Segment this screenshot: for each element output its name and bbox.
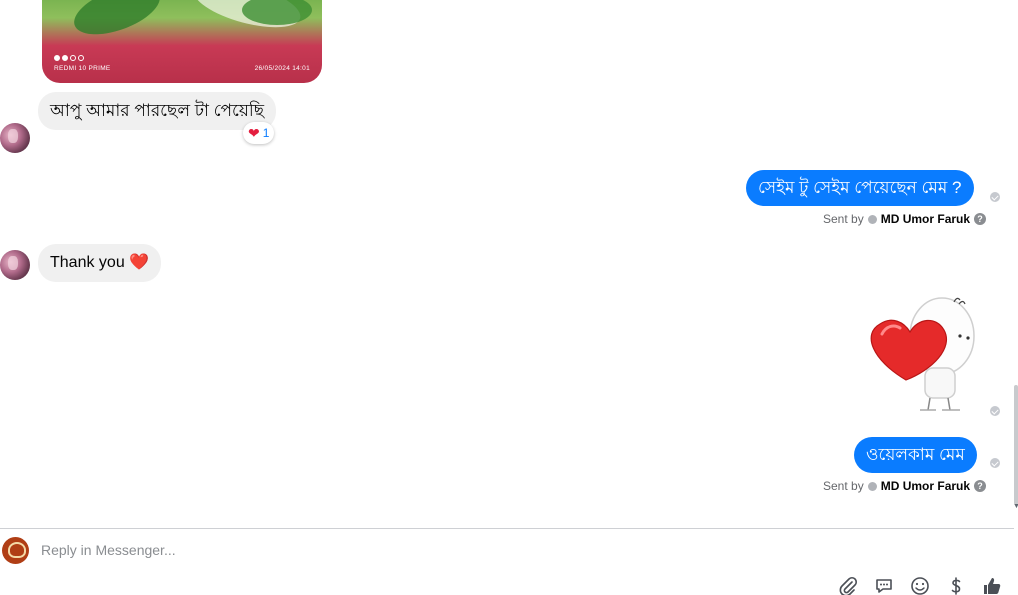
outgoing-message[interactable]: ওয়েলকাম মেম bbox=[854, 437, 977, 473]
sent-by-label: Sent by MD Umor Faruk ? bbox=[823, 479, 987, 493]
emoji-icon[interactable] bbox=[908, 574, 932, 595]
camera-watermark: REDMI 10 PRIME bbox=[54, 65, 111, 72]
reaction-count: 1 bbox=[262, 126, 270, 140]
sender-name[interactable]: MD Umor Faruk bbox=[881, 479, 970, 493]
admin-icon bbox=[867, 481, 877, 491]
reply-input[interactable]: Reply in Messenger... bbox=[41, 542, 176, 558]
heart-hug-sticker[interactable] bbox=[862, 294, 980, 416]
help-icon[interactable]: ? bbox=[974, 480, 987, 492]
admin-icon bbox=[867, 214, 877, 224]
heart-reaction-icon: ❤ bbox=[248, 125, 260, 141]
sent-by-label: Sent by MD Umor Faruk ? bbox=[823, 212, 987, 226]
photo-attachment[interactable]: REDMI 10 PRIME 26/05/2024 14:01 bbox=[42, 0, 322, 83]
saved-replies-icon[interactable] bbox=[872, 574, 896, 595]
watermark-dots bbox=[54, 55, 84, 61]
sent-by-prefix: Sent by bbox=[823, 479, 864, 493]
help-icon[interactable]: ? bbox=[974, 213, 987, 225]
seen-check-icon bbox=[990, 192, 1000, 202]
photo-timestamp: 26/05/2024 14:01 bbox=[254, 65, 310, 72]
dollar-icon[interactable] bbox=[944, 574, 968, 595]
scroll-down-arrow-icon[interactable]: ▼ bbox=[1013, 503, 1018, 510]
like-icon[interactable] bbox=[980, 574, 1004, 595]
message-reaction[interactable]: ❤ 1 bbox=[243, 122, 275, 144]
outgoing-message[interactable]: সেইম টু সেইম পেয়েছেন মেম ? bbox=[746, 170, 974, 206]
sent-by-prefix: Sent by bbox=[823, 212, 864, 226]
attachment-icon[interactable] bbox=[836, 574, 860, 595]
seen-check-icon bbox=[990, 458, 1000, 468]
scrollbar[interactable] bbox=[1014, 385, 1018, 505]
customer-avatar[interactable] bbox=[0, 123, 30, 153]
customer-avatar[interactable] bbox=[0, 250, 30, 280]
incoming-message[interactable]: আপু আমার পারছেল টা পেয়েছি bbox=[38, 92, 277, 130]
composer-divider bbox=[0, 528, 1014, 529]
page-avatar bbox=[2, 537, 29, 564]
incoming-message[interactable]: Thank you ❤️ bbox=[38, 244, 162, 282]
seen-check-icon bbox=[990, 406, 1000, 416]
sender-name[interactable]: MD Umor Faruk bbox=[881, 212, 970, 226]
